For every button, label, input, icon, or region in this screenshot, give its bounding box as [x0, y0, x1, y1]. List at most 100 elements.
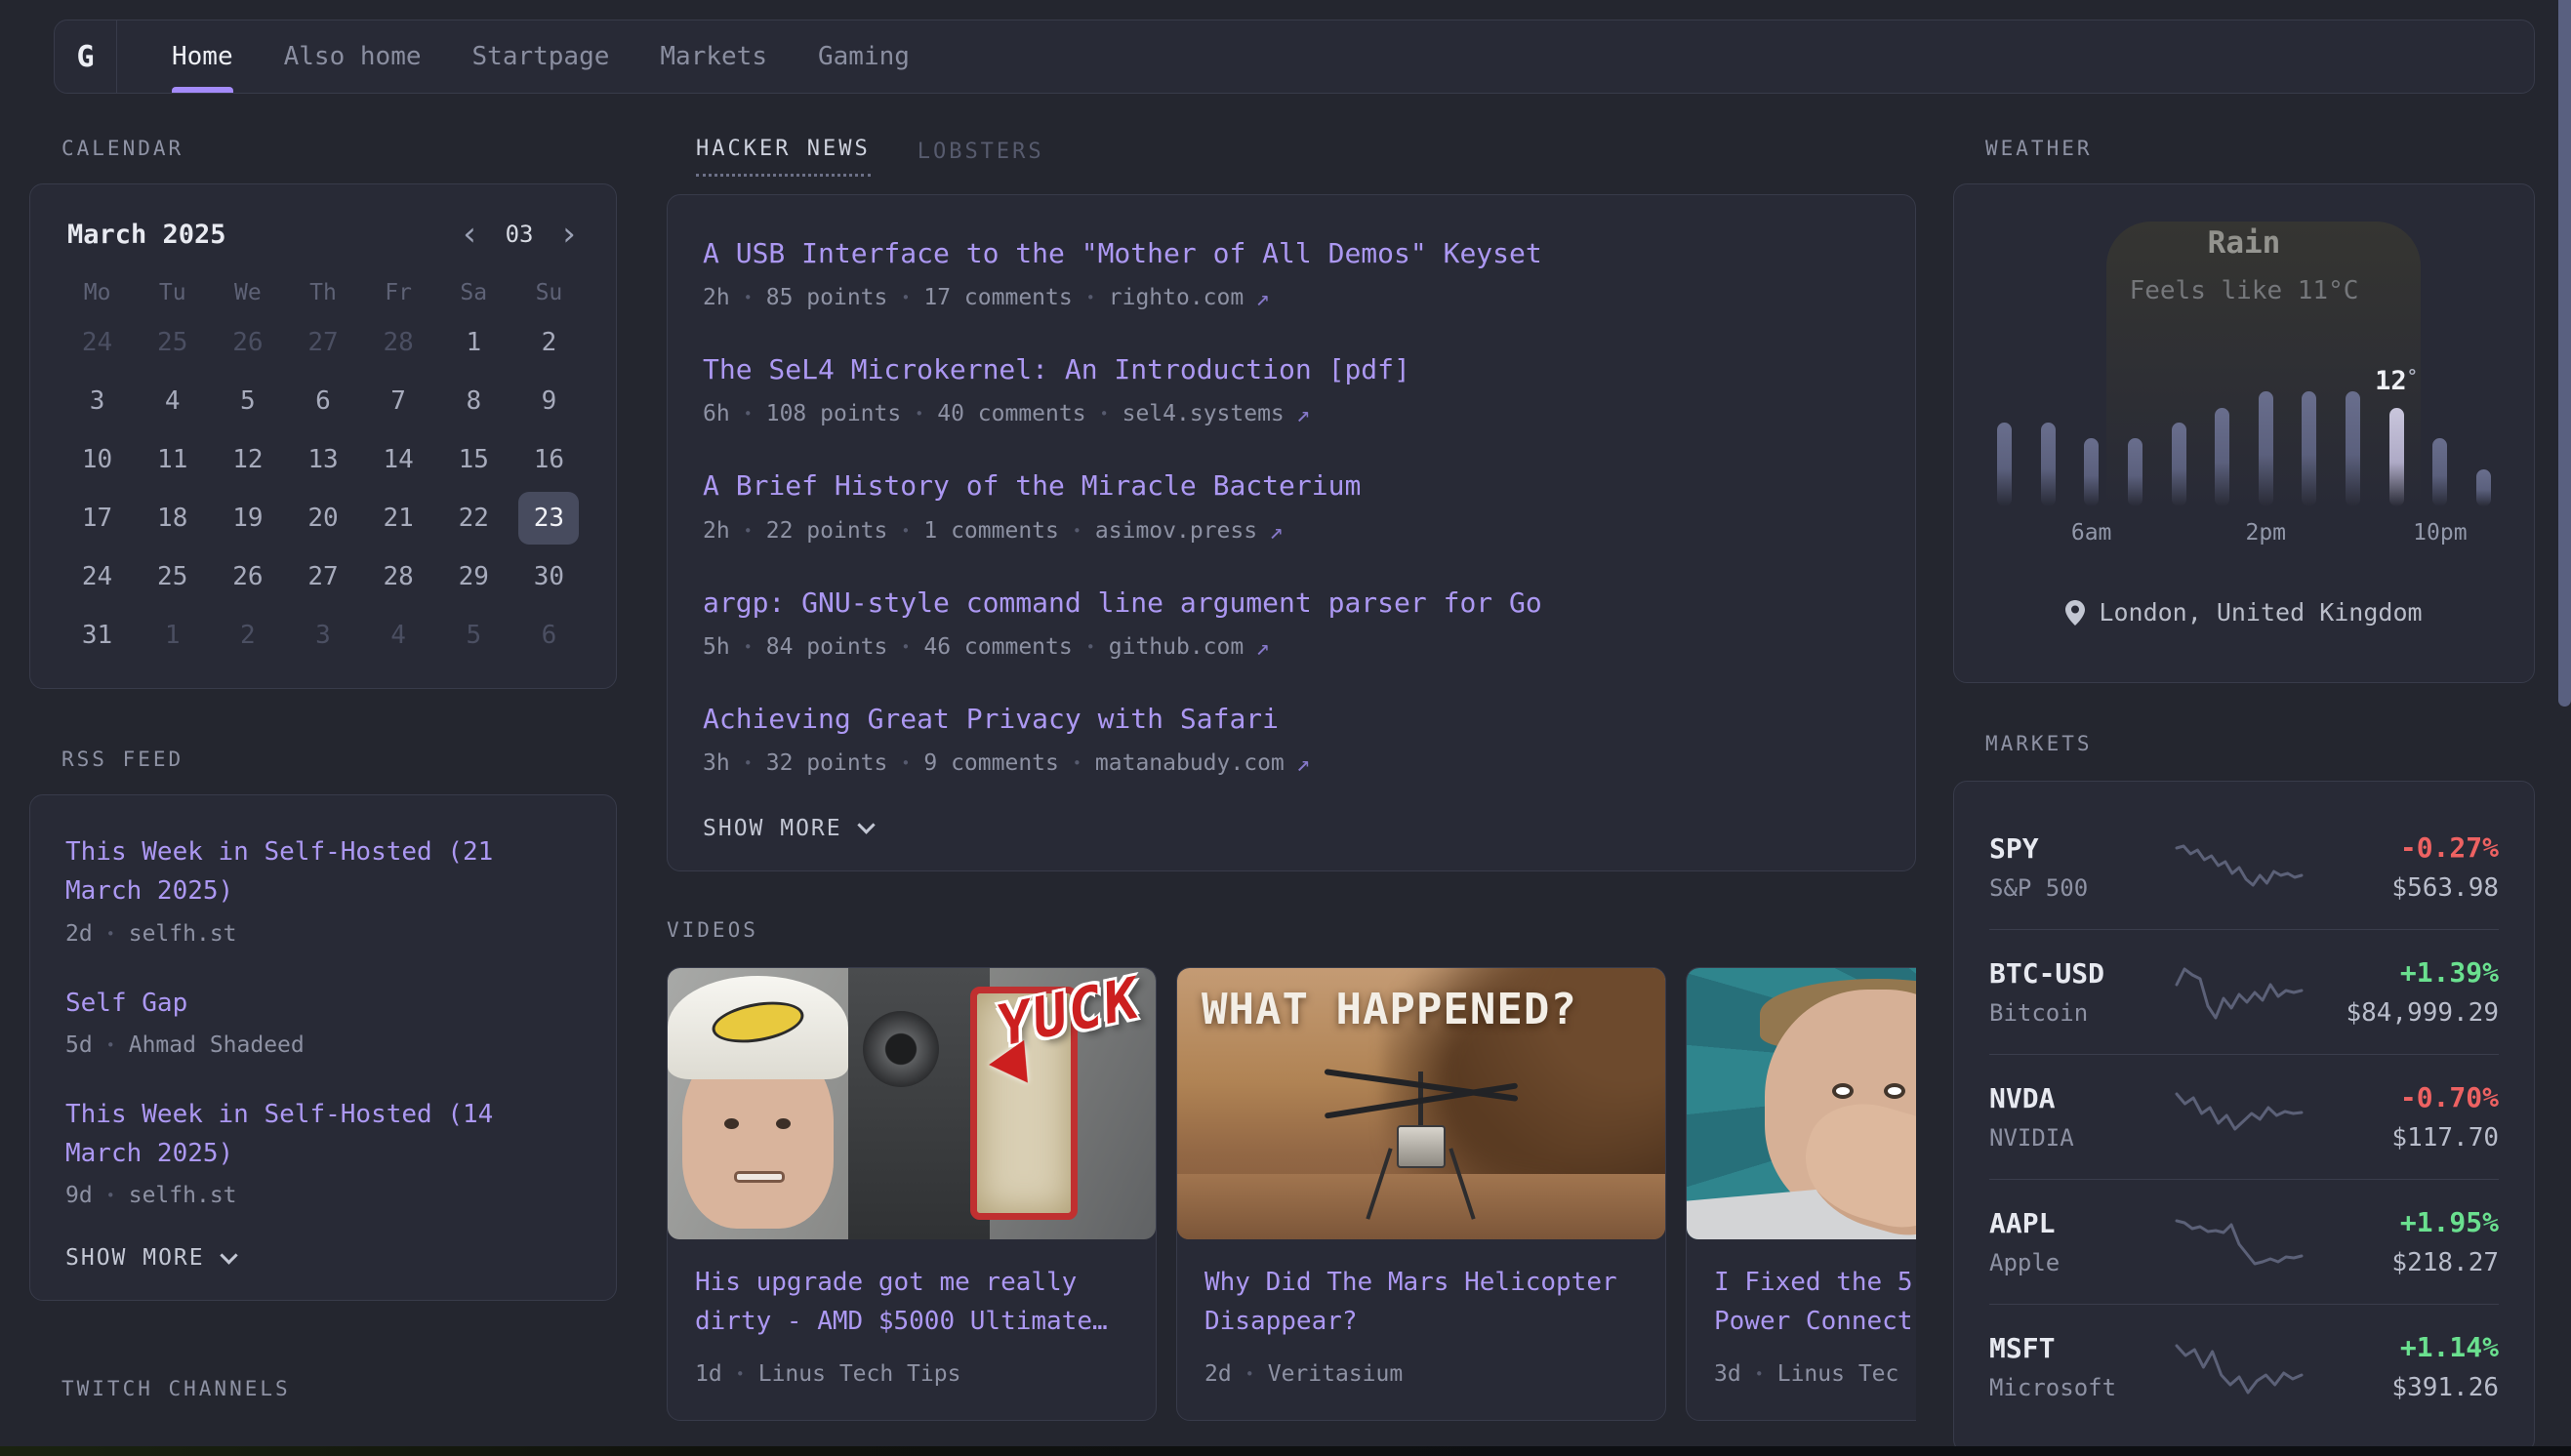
calendar-day-cell: 3 — [60, 372, 135, 430]
rss-list: This Week in Self-Hosted (21 March 2025)… — [65, 832, 581, 1208]
news-item-domain[interactable]: matanabudy.com — [1095, 750, 1285, 776]
market-symbol: NVDA — [1989, 1082, 2165, 1114]
news-tab-lobsters[interactable]: LOBSTERS — [918, 140, 1044, 177]
market-row-msft[interactable]: MSFTMicrosoft+1.14%$391.26 — [1989, 1304, 2499, 1429]
video-channel[interactable]: Linus Tech Tips — [758, 1361, 961, 1387]
calendar-day-cell: 6 — [511, 606, 587, 665]
video-card-body: Why Did The Mars HelicopterDisappear?2d•… — [1177, 1239, 1665, 1410]
external-link-icon: ↗ — [1269, 517, 1283, 545]
bullet-separator: • — [901, 638, 910, 656]
video-card[interactable]: DOTHTI Fixed the 5Power Connect3d•Linus … — [1686, 967, 1916, 1421]
market-price: $391.26 — [2313, 1373, 2499, 1402]
news-item-comments[interactable]: 9 comments — [923, 750, 1058, 776]
calendar-day-cell: 17 — [60, 489, 135, 547]
market-name: NVIDIA — [1989, 1124, 2165, 1152]
market-sparkline — [2171, 836, 2307, 899]
bullet-separator: • — [901, 289, 910, 306]
video-title[interactable]: His upgrade got me reallydirty - AMD $50… — [695, 1263, 1128, 1342]
calendar-day-cell: 10 — [60, 430, 135, 489]
weather-axis-label: 2pm — [2245, 520, 2286, 546]
news-item-title[interactable]: Achieving Great Privacy with Safari — [703, 703, 1279, 735]
market-name: Microsoft — [1989, 1374, 2165, 1401]
prev-month-icon[interactable]: ‹ — [460, 218, 479, 251]
next-month-icon[interactable]: › — [559, 218, 579, 251]
news-item-comments[interactable]: 17 comments — [923, 285, 1072, 310]
calendar-day-cell: 25 — [135, 313, 210, 372]
app-logo-box[interactable]: G — [55, 20, 117, 93]
calendar-day: 20 — [293, 492, 353, 545]
news-item-domain[interactable]: github.com — [1109, 634, 1244, 660]
bullet-separator: • — [901, 522, 910, 540]
video-thumbnail[interactable]: DOTHT — [1687, 968, 1916, 1239]
video-channel[interactable]: Linus Tec — [1777, 1361, 1899, 1387]
nav-tab-gaming[interactable]: Gaming — [818, 20, 910, 93]
video-title[interactable]: Why Did The Mars HelicopterDisappear? — [1204, 1263, 1638, 1342]
calendar-day: 15 — [443, 433, 504, 486]
rss-show-more-button[interactable]: SHOW MORE — [65, 1245, 581, 1271]
news-item-title[interactable]: argp: GNU-style command line argument pa… — [703, 586, 1542, 619]
market-sparkline — [2171, 961, 2307, 1024]
news-item-title[interactable]: A USB Interface to the "Mother of All De… — [703, 237, 1542, 269]
news-item-points: 108 points — [766, 401, 901, 426]
rss-item-title[interactable]: Self Gap — [65, 989, 187, 1018]
video-card[interactable]: WHAT HAPPENED?Why Did The Mars Helicopte… — [1176, 967, 1666, 1421]
calendar-day: 5 — [443, 609, 504, 662]
video-thumbnail-art: WHAT HAPPENED? — [1177, 968, 1665, 1239]
news-item-domain[interactable]: sel4.systems — [1122, 401, 1285, 426]
weather-hourly-chart: 12° — [1997, 350, 2491, 506]
news-item-comments[interactable]: 1 comments — [923, 518, 1058, 544]
news-item-comments[interactable]: 46 comments — [923, 634, 1072, 660]
calendar-day: 29 — [443, 550, 504, 603]
video-card-body: I Fixed the 5Power Connect3d•Linus Tec — [1687, 1239, 1916, 1410]
rss-item-title[interactable]: This Week in Self-Hosted (21 March 2025) — [65, 837, 493, 906]
calendar-weekday: Su — [511, 280, 587, 305]
nav-tab-startpage[interactable]: Startpage — [472, 20, 610, 93]
calendar-day-cell: 24 — [60, 547, 135, 606]
calendar-weekday: Sa — [436, 280, 511, 305]
news-item-comments[interactable]: 40 comments — [937, 401, 1085, 426]
market-row-btc-usd[interactable]: BTC-USDBitcoin+1.39%$84,999.29 — [1989, 929, 2499, 1054]
nav-tab-home[interactable]: Home — [172, 20, 233, 93]
nav-tab-markets[interactable]: Markets — [660, 20, 767, 93]
rss-item-time: 9d — [65, 1183, 93, 1208]
calendar-weekday: Th — [285, 280, 360, 305]
market-symbol: AAPL — [1989, 1207, 2165, 1239]
video-channel[interactable]: Veritasium — [1268, 1361, 1403, 1387]
eye-shape — [1832, 1083, 1854, 1099]
video-title[interactable]: I Fixed the 5Power Connect — [1714, 1263, 1916, 1342]
rss-item-title[interactable]: This Week in Self-Hosted (14 March 2025) — [65, 1100, 493, 1168]
news-list: A USB Interface to the "Mother of All De… — [703, 234, 1880, 777]
market-row-spy[interactable]: SPYS&P 500-0.27%$563.98 — [1989, 805, 2499, 929]
bullet-separator: • — [106, 925, 115, 943]
scrollbar[interactable] — [2558, 0, 2571, 707]
news-item: Achieving Great Privacy with Safari3h•32… — [703, 700, 1880, 777]
rss-item: Self Gap5d•Ahmad Shadeed — [65, 984, 581, 1058]
news-show-more-button[interactable]: SHOW MORE — [703, 816, 1880, 841]
news-item-time: 5h — [703, 634, 730, 660]
nav-tab-label: Home — [172, 42, 233, 71]
degree-symbol: ° — [2407, 366, 2418, 387]
news-tab-hacker-news[interactable]: HACKER NEWS — [696, 137, 871, 177]
calendar-day-cell: 31 — [60, 606, 135, 665]
calendar-day-cell: 23 — [511, 489, 587, 547]
video-thumbnail[interactable]: YUCK — [668, 968, 1156, 1239]
market-row-aapl[interactable]: AAPLApple+1.95%$218.27 — [1989, 1179, 2499, 1304]
market-row-nvda[interactable]: NVDANVIDIA-0.70%$117.70 — [1989, 1054, 2499, 1179]
news-item-domain[interactable]: asimov.press — [1095, 518, 1257, 544]
dashboard-page: { "nav": { "logo": "G", "tabs": [ {"labe… — [0, 0, 2571, 1456]
market-price: $563.98 — [2313, 873, 2499, 903]
news-item-domain[interactable]: righto.com — [1109, 285, 1244, 310]
mouth-shape — [734, 1171, 786, 1183]
news-item-title[interactable]: A Brief History of the Miracle Bacterium — [703, 469, 1361, 502]
calendar-day: 1 — [443, 316, 504, 369]
news-item: argp: GNU-style command line argument pa… — [703, 584, 1880, 661]
video-thumbnail[interactable]: WHAT HAPPENED? — [1177, 968, 1665, 1239]
video-card[interactable]: YUCK His upgrade got me reallydirty - AMD… — [667, 967, 1157, 1421]
calendar-day-cell: 28 — [361, 547, 436, 606]
calendar-day: 13 — [293, 433, 353, 486]
nav-tab-also-home[interactable]: Also home — [284, 20, 422, 93]
market-symbol-block: NVDA NVIDIA — [1989, 1082, 2165, 1152]
calendar-day-cell: 4 — [361, 606, 436, 665]
bullet-separator: • — [1755, 1365, 1764, 1383]
news-item-title[interactable]: The SeL4 Microkernel: An Introduction [p… — [703, 353, 1410, 385]
